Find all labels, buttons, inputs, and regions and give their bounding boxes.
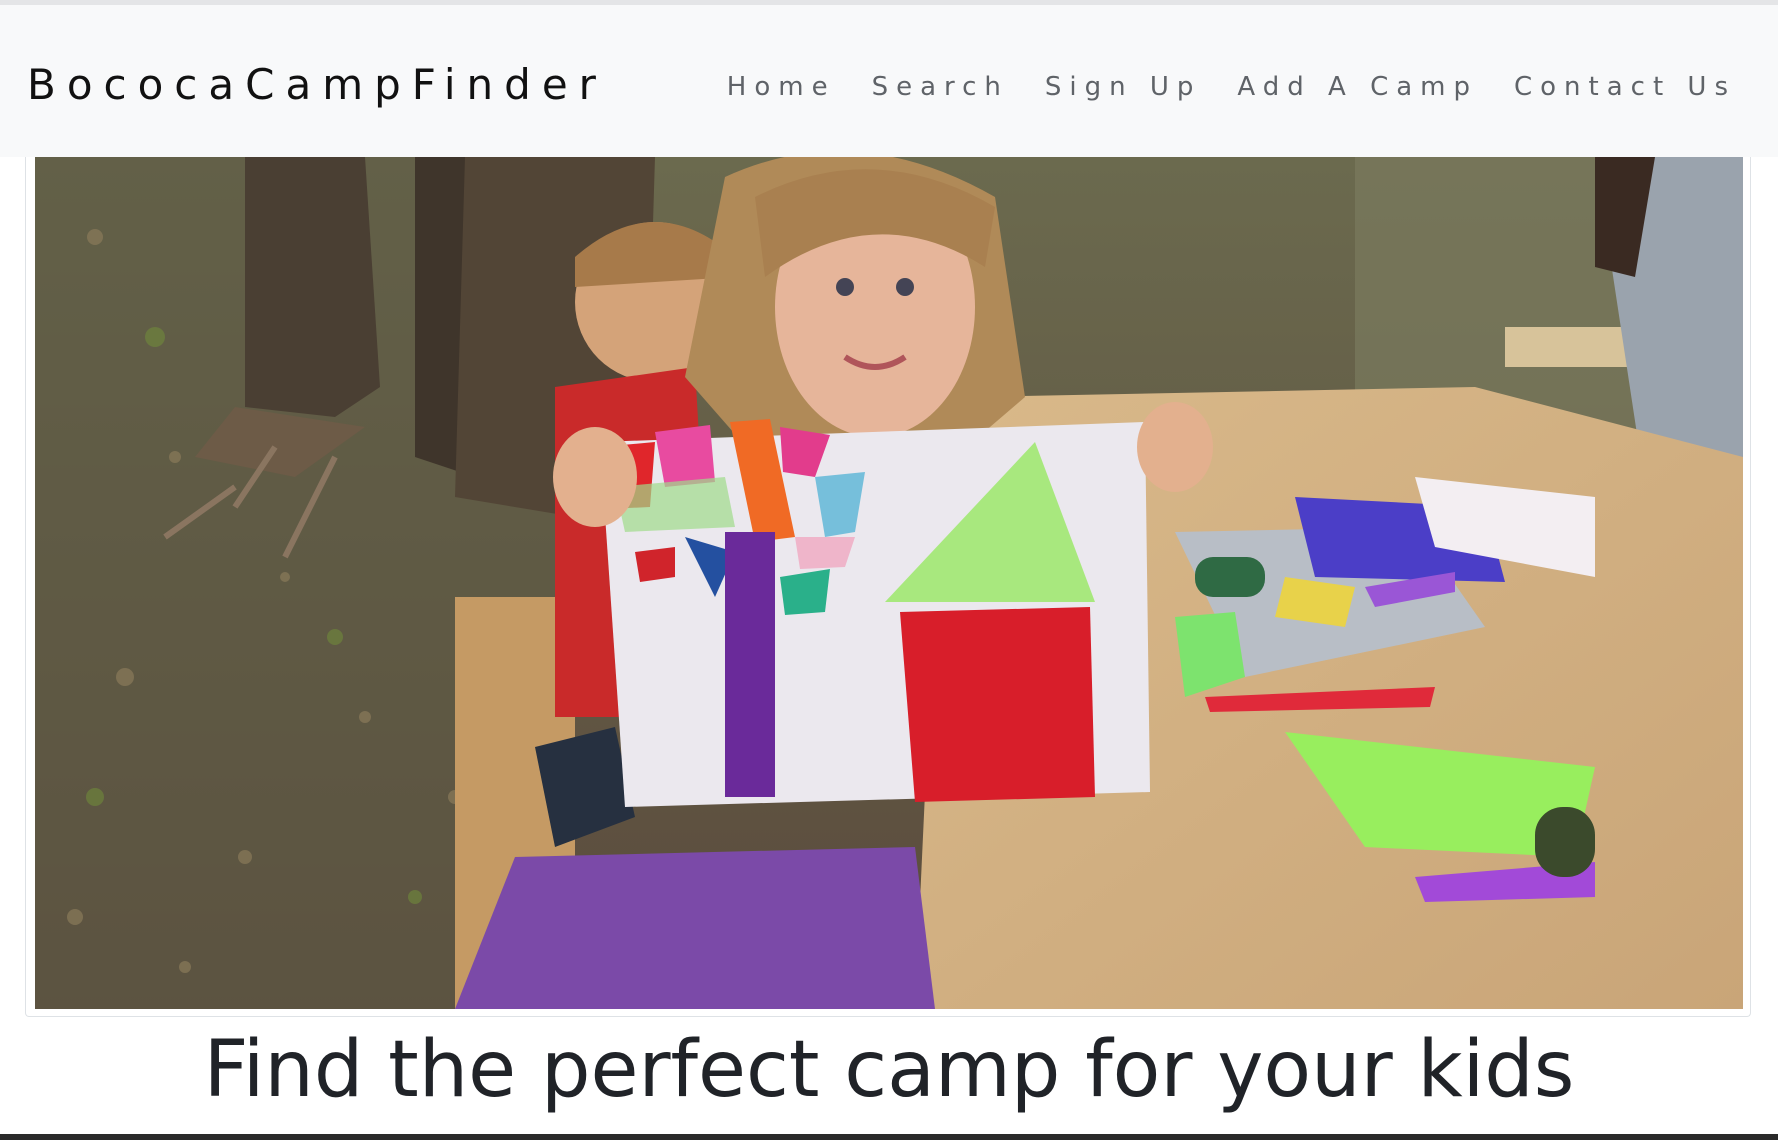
nav-contact-us[interactable]: Contact Us: [1514, 67, 1736, 107]
nav-home[interactable]: Home: [727, 67, 836, 107]
nav-add-a-camp[interactable]: Add A Camp: [1237, 67, 1478, 107]
hero-photo: [35, 157, 1743, 1009]
brand-logo-link[interactable]: BococaCampFinder: [27, 55, 607, 115]
hero-photo-illustration: [35, 157, 1743, 1009]
main-nav: Home Search Sign Up Add A Camp Contact U…: [727, 67, 1736, 107]
bottom-border: [0, 1134, 1778, 1140]
navbar: BococaCampFinder Home Search Sign Up Add…: [0, 5, 1778, 157]
nav-search[interactable]: Search: [872, 67, 1009, 107]
hero-image-frame: [25, 157, 1751, 1017]
nav-sign-up[interactable]: Sign Up: [1045, 67, 1202, 107]
hero-headline: Find the perfect camp for your kids: [203, 1025, 1575, 1115]
